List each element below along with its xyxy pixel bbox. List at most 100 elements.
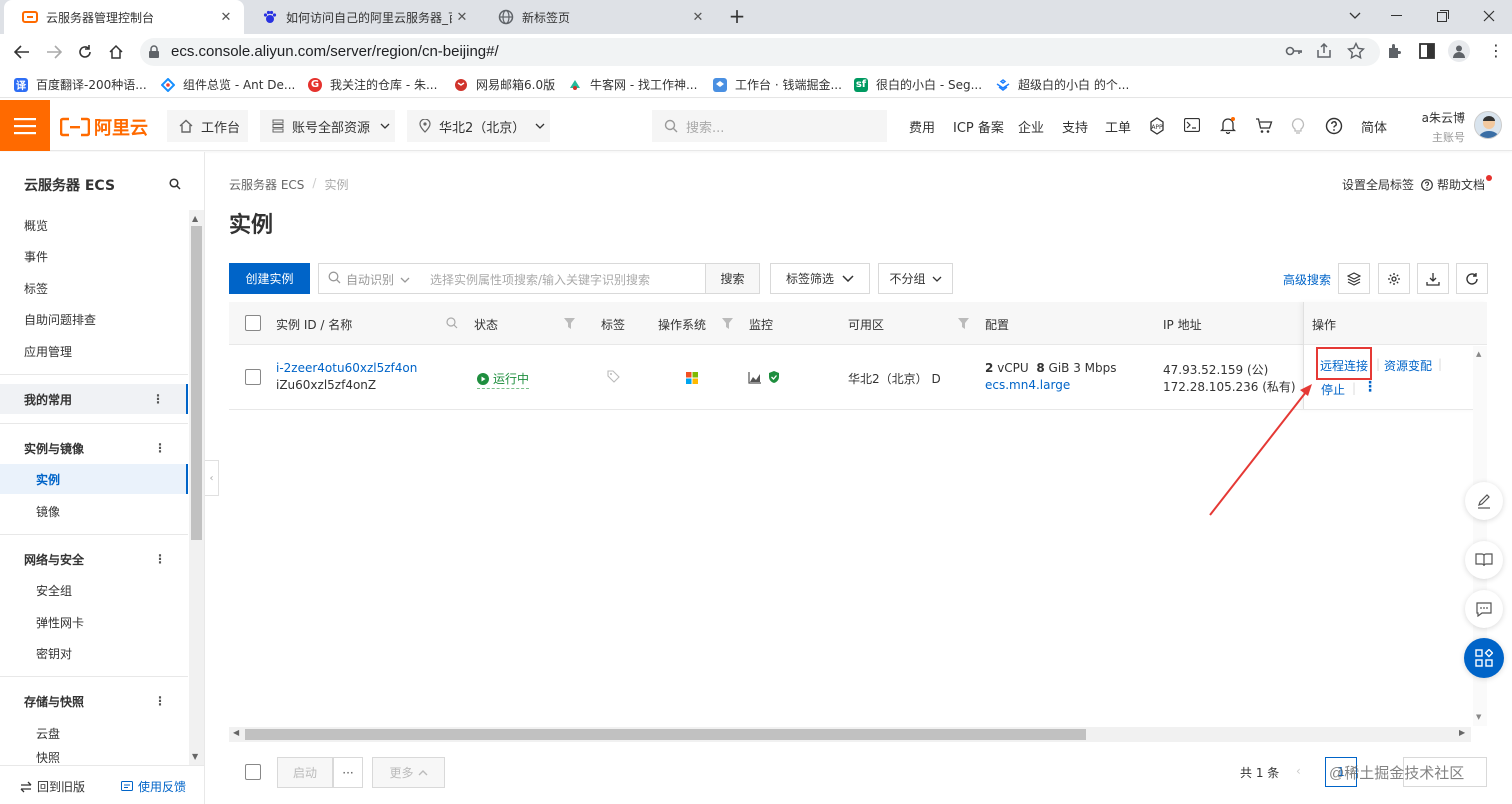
sidebar-item-app-management[interactable]: 应用管理 — [0, 336, 188, 366]
header-link-enterprise[interactable]: 企业 — [1018, 117, 1044, 136]
help-doc-link[interactable]: 帮助文档 — [1421, 176, 1485, 193]
horizontal-scroll-thumb[interactable] — [245, 729, 1086, 740]
instance-type-link[interactable]: ecs.mn4.large — [985, 378, 1070, 392]
filter-icon[interactable] — [564, 318, 575, 329]
sidebar-item-security-group[interactable]: 安全组 — [0, 575, 188, 605]
bookmark-163-mail[interactable]: 网易邮箱6.0版 — [454, 76, 555, 93]
bookmark-segmentfault[interactable]: sf 很白的小白 - Seg... — [854, 76, 982, 93]
language-switch[interactable]: 简体 — [1361, 117, 1387, 136]
tab-close-icon[interactable]: ✕ — [452, 10, 472, 25]
profile-icon[interactable] — [1448, 40, 1470, 62]
terminal-icon[interactable] — [1184, 118, 1200, 132]
layers-icon[interactable] — [1338, 263, 1370, 294]
sidebar-item-images[interactable]: 镜像 — [0, 496, 188, 526]
tag-icon[interactable] — [607, 370, 620, 383]
advanced-search-link[interactable]: 高级搜索 — [1283, 271, 1331, 288]
extensions-icon[interactable] — [1386, 42, 1404, 60]
scroll-left-icon[interactable]: ◀ — [233, 728, 239, 737]
apps-grid-icon[interactable] — [1464, 638, 1504, 678]
breadcrumb-item-ecs[interactable]: 云服务器 ECS — [229, 176, 304, 193]
resize-resource-link[interactable]: 资源变配 — [1384, 357, 1432, 374]
hamburger-menu-icon[interactable] — [0, 100, 50, 151]
sidebar-item-eni[interactable]: 弹性网卡 — [0, 607, 188, 637]
kebab-menu-icon[interactable]: ⋮ — [1488, 42, 1504, 60]
create-instance-button[interactable]: 创建实例 — [229, 263, 310, 294]
aliyun-logo[interactable]: 阿里云 — [60, 114, 148, 140]
share-icon[interactable] — [1316, 43, 1332, 59]
app-icon[interactable]: APP — [1149, 117, 1165, 135]
footer-select-all-checkbox[interactable] — [245, 764, 261, 780]
prev-page-icon[interactable]: ‹ — [1296, 764, 1301, 778]
bookmark-juejin[interactable]: 工作台 · 钱端掘金... — [713, 76, 842, 93]
chevron-down-icon[interactable] — [1332, 0, 1378, 32]
bookmark-antd[interactable]: 组件总览 - Ant De... — [161, 76, 295, 93]
avatar[interactable] — [1474, 111, 1502, 139]
header-link-billing[interactable]: 费用 — [909, 117, 935, 136]
stop-instance-link[interactable]: 停止 — [1321, 381, 1345, 398]
bookmark-juejin-user[interactable]: 超级白的小白 的个... — [996, 76, 1129, 93]
bookmark-nowcoder[interactable]: 牛客网 - 找工作神... — [568, 76, 697, 93]
sidebar-item-tags[interactable]: 标签 — [0, 273, 188, 303]
url-text[interactable]: ecs.console.aliyun.com/server/region/cn-… — [171, 42, 499, 62]
tab-close-icon[interactable]: ✕ — [688, 10, 708, 25]
sidebar-item-troubleshoot[interactable]: 自助问题排查 — [0, 304, 188, 334]
sidebar-group-favorites[interactable]: 我的常用 ⋮ — [0, 384, 188, 414]
key-icon[interactable] — [1285, 44, 1303, 58]
chat-icon[interactable] — [1465, 590, 1503, 628]
tab-aliyun-console[interactable]: 云服务器管理控制台 ✕ — [4, 0, 244, 34]
more-dots-button[interactable]: ··· — [333, 757, 363, 788]
more-dots-icon[interactable]: ⋮ — [154, 441, 166, 455]
public-ip[interactable]: 47.93.52.159 (公) — [1163, 361, 1268, 378]
new-tab-icon[interactable]: + — [726, 5, 748, 27]
home-icon[interactable] — [104, 40, 128, 64]
header-link-support[interactable]: 支持 — [1062, 117, 1088, 136]
instance-search-input[interactable]: 选择实例属性项搜索/输入关键字识别搜索 — [430, 271, 650, 288]
more-dots-icon[interactable]: ⋮ — [152, 392, 164, 406]
search-icon[interactable] — [446, 317, 458, 329]
collapse-sidebar-handle[interactable]: ‹ — [205, 460, 219, 496]
back-to-old-version[interactable]: 回到旧版 — [20, 778, 85, 795]
more-actions-icon[interactable]: ⋮ — [1363, 379, 1377, 395]
select-all-checkbox[interactable] — [245, 315, 261, 331]
tab-baidu[interactable]: 如何访问自己的阿里云服务器_百 ✕ — [244, 0, 480, 34]
book-icon[interactable] — [1465, 541, 1503, 579]
reload-icon[interactable] — [73, 40, 97, 64]
tag-filter-dropdown[interactable]: 标签筛选 — [770, 263, 870, 294]
start-button[interactable]: 启动 — [277, 757, 333, 788]
sidepanel-icon[interactable] — [1419, 43, 1435, 59]
sidebar-item-instances[interactable]: 实例 — [0, 464, 188, 494]
refresh-icon[interactable] — [1456, 263, 1488, 294]
status-badge[interactable]: 运行中 — [477, 370, 530, 389]
sidebar-group-storage[interactable]: 存储与快照 ⋮ — [0, 686, 188, 716]
minimize-icon[interactable] — [1374, 0, 1420, 32]
star-icon[interactable] — [1347, 42, 1365, 60]
shield-icon[interactable] — [768, 370, 780, 384]
user-info[interactable]: a朱云博 主账号 — [1421, 109, 1465, 145]
more-dropdown[interactable]: 更多 — [372, 757, 445, 788]
sidebar-item-events[interactable]: 事件 — [0, 241, 188, 271]
lock-icon[interactable] — [148, 45, 160, 59]
workbench-button[interactable]: 工作台 — [167, 110, 248, 142]
set-global-tag-link[interactable]: 设置全局标签 — [1342, 176, 1414, 193]
help-icon[interactable] — [1325, 117, 1343, 135]
settings-gear-icon[interactable] — [1378, 263, 1410, 294]
region-dropdown[interactable]: 华北2（北京） — [407, 110, 550, 142]
search-icon[interactable] — [169, 178, 181, 190]
cart-icon[interactable] — [1255, 118, 1273, 134]
tab-newtab[interactable]: 新标签页 ✕ — [480, 0, 716, 34]
more-dots-icon[interactable]: ⋮ — [154, 694, 166, 708]
row-checkbox[interactable] — [245, 369, 261, 385]
feedback-link[interactable]: 使用反馈 — [121, 778, 186, 795]
scroll-up-icon[interactable]: ▲ — [192, 214, 198, 223]
sidebar-item-overview[interactable]: 概览 — [0, 210, 188, 240]
monitor-chart-icon[interactable] — [748, 371, 762, 384]
edit-note-icon[interactable] — [1465, 482, 1503, 520]
scroll-up-icon[interactable]: ▲ — [1476, 350, 1481, 358]
sidebar-item-keypair[interactable]: 密钥对 — [0, 638, 188, 668]
scroll-down-icon[interactable]: ▼ — [1476, 713, 1481, 721]
sidebar-scroll-thumb[interactable] — [191, 226, 202, 540]
lightbulb-icon[interactable] — [1291, 117, 1305, 135]
header-link-icp[interactable]: ICP 备案 — [953, 117, 1004, 136]
download-icon[interactable] — [1417, 263, 1449, 294]
account-resources-dropdown[interactable]: 账号全部资源 — [260, 110, 395, 142]
